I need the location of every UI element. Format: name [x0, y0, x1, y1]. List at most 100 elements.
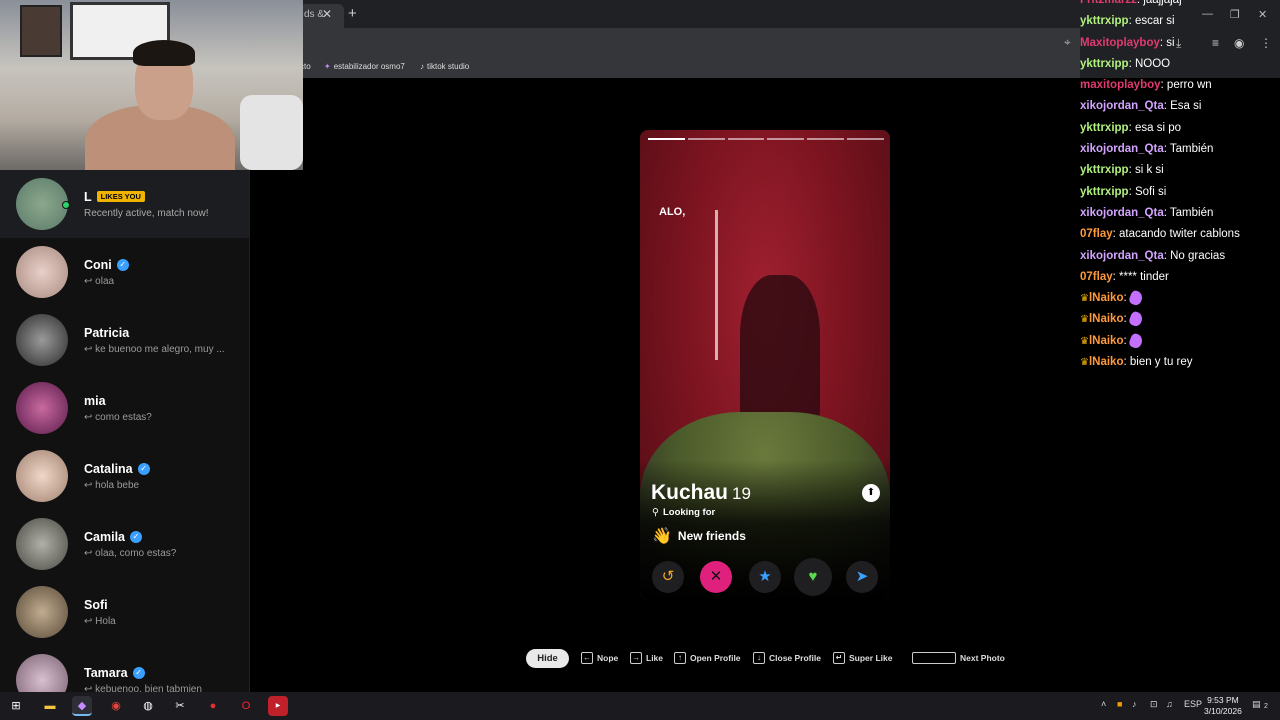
location-icon[interactable]: ⌖ — [1064, 35, 1071, 50]
last-message: olaa, como estas? — [95, 547, 177, 559]
chat-username[interactable]: xikojordan_Qta — [1080, 143, 1164, 155]
chat-message: ykttrxipp: NOOO — [1080, 57, 1171, 70]
match-item-l[interactable]: L LIKES YOU Recently active, match now! — [0, 170, 249, 238]
chrome-icon[interactable]: ◉ — [106, 696, 126, 716]
address-bar[interactable] — [300, 28, 1080, 56]
photo-pole — [715, 210, 718, 360]
avatar — [16, 586, 68, 638]
match-name: Coni — [84, 257, 112, 272]
chat-username[interactable]: Fritzmarzz — [1080, 0, 1137, 6]
chat-username[interactable]: xikojordan_Qta — [1080, 207, 1164, 219]
recorder-icon[interactable]: ● — [203, 696, 223, 716]
match-item-coni[interactable]: Coni ✓ ↩ olaa — [0, 238, 249, 306]
match-item-patricia[interactable]: Patricia ↩ ke buenoo me alegro, muy ... — [0, 306, 249, 374]
reply-icon: ↩ — [84, 275, 93, 287]
twitch-app-icon[interactable]: ◆ — [72, 696, 92, 716]
crown-badge-icon: ♛ — [1080, 314, 1089, 326]
nope-button[interactable]: ✕ — [700, 561, 732, 593]
verified-icon: ✓ — [130, 530, 142, 543]
chat-username[interactable]: maxitoplayboy — [1080, 79, 1161, 91]
file-explorer-icon[interactable]: ▬ — [40, 696, 60, 716]
search-icon: ⚲ — [652, 507, 659, 518]
capcut-icon[interactable]: ✂ — [170, 696, 190, 716]
chat-emote-icon — [1127, 332, 1144, 350]
left-arrow-key-icon: ← — [581, 652, 593, 664]
match-item-sofi[interactable]: Sofi ↩ Hola — [0, 578, 249, 646]
chat-username[interactable]: lNaiko — [1089, 356, 1124, 368]
match-name: Tamara — [84, 665, 128, 680]
match-name: Patricia — [84, 325, 130, 340]
match-item-mia[interactable]: mia ↩ como estas? — [0, 374, 249, 442]
chat-username[interactable]: Maxitoplayboy — [1080, 37, 1160, 49]
chat-username[interactable]: 07flay — [1080, 271, 1113, 283]
webcam-overlay — [0, 0, 303, 170]
bookmark-item[interactable]: ♪ tiktok studio — [420, 62, 469, 71]
chat-text: bien y tu rey — [1129, 356, 1193, 369]
crown-badge-icon: ♛ — [1080, 335, 1089, 347]
close-tab-icon[interactable]: ✕ — [322, 7, 332, 21]
chat-text: También — [1169, 143, 1214, 156]
last-message: hola bebe — [95, 479, 140, 491]
hide-hints-button[interactable]: Hide — [526, 649, 569, 668]
last-message: ke buenoo me alegro, muy ... — [95, 343, 225, 355]
online-indicator — [62, 201, 70, 209]
chat-text: escar si — [1134, 15, 1175, 28]
match-item-camila[interactable]: Camila ✓ ↩ olaa, como estas? — [0, 510, 249, 578]
photo-progress-segment — [767, 138, 805, 140]
chat-message: ykttrxipp: Sofi si — [1080, 185, 1167, 198]
reply-icon: ↩ — [84, 343, 93, 355]
chat-username[interactable]: lNaiko — [1089, 292, 1124, 304]
photo-progress-segment — [648, 138, 685, 140]
chat-username[interactable]: ykttrxipp — [1080, 58, 1129, 70]
tray-expand-icon[interactable]: ˄ — [1101, 699, 1106, 709]
boost-button[interactable]: ➤ — [846, 561, 878, 593]
reply-icon: ↩ — [84, 547, 93, 559]
like-button[interactable]: ♥ — [794, 558, 832, 596]
rewind-button[interactable]: ↺ — [652, 561, 684, 593]
chat-username[interactable]: xikojordan_Qta — [1080, 250, 1164, 262]
new-tab-button[interactable]: + — [348, 5, 357, 22]
likes-you-badge: LIKES YOU — [96, 191, 145, 202]
windows-start-icon[interactable]: ⊞ — [6, 696, 26, 716]
system-clock[interactable]: 9:53 PM 3/10/2026 — [1204, 695, 1242, 717]
open-profile-icon[interactable]: ⬆ — [862, 484, 880, 502]
chat-text: jaajjajaj — [1143, 0, 1182, 6]
chat-username[interactable]: ykttrxipp — [1080, 164, 1129, 176]
chat-username[interactable]: lNaiko — [1089, 313, 1124, 325]
clock-date: 3/10/2026 — [1204, 706, 1242, 716]
crown-badge-icon: ♛ — [1080, 293, 1089, 305]
profile-card[interactable]: ALO, Kuchau 19 ⬆ ⚲ Looking for 👋 New friend… — [640, 130, 890, 600]
chat-emote-icon — [1127, 310, 1144, 329]
bookmark-item[interactable]: ✦ estabilizador osmo7 — [324, 62, 405, 71]
language-indicator[interactable]: ESP — [1184, 699, 1202, 709]
reply-icon: ↩ — [84, 683, 93, 693]
super-like-button[interactable]: ★ — [749, 561, 781, 593]
chat-text: También — [1169, 206, 1214, 219]
notifications-icon[interactable]: ▤ — [1252, 699, 1261, 710]
microphone-icon[interactable]: ♪ — [1132, 699, 1137, 709]
streaming-tool-icon[interactable]: ▶ — [268, 696, 288, 716]
chat-text: No gracias — [1170, 249, 1226, 262]
network-icon[interactable]: ⊡ — [1150, 699, 1158, 710]
relationship-goal: 👋 New friends — [652, 526, 746, 546]
avatar — [16, 178, 68, 230]
chat-username[interactable]: ykttrxipp — [1080, 122, 1129, 134]
chat-message: 07flay: **** tinder — [1080, 270, 1169, 283]
chat-message: 07flay: atacando twiter cablons — [1080, 228, 1240, 241]
match-item-catalina[interactable]: Catalina ✓ ↩ hola bebe — [0, 442, 249, 510]
chat-message: ♛lNaiko: bien y tu rey — [1080, 356, 1193, 369]
down-arrow-key-icon: ↓ — [753, 652, 765, 664]
chat-username[interactable]: 07flay — [1080, 228, 1113, 240]
browser-tab-strip: ds & — [300, 0, 1080, 28]
chat-username[interactable]: ykttrxipp — [1080, 186, 1129, 198]
match-item-tamara[interactable]: Tamara ✓ ↩ kebuenoo, bien tabmien — [0, 646, 249, 692]
chat-username[interactable]: xikojordan_Qta — [1080, 100, 1164, 112]
tray-app-icon[interactable]: ■ — [1117, 699, 1122, 709]
volume-icon[interactable]: ♫ — [1166, 699, 1173, 709]
hint-next-photo: Next Photo — [912, 652, 1005, 664]
match-name: mia — [84, 393, 106, 408]
obs-icon[interactable]: ◍ — [138, 696, 158, 716]
chat-username[interactable]: ykttrxipp — [1080, 15, 1129, 27]
opera-icon[interactable]: O — [236, 696, 256, 716]
chat-username[interactable]: lNaiko — [1089, 335, 1124, 347]
